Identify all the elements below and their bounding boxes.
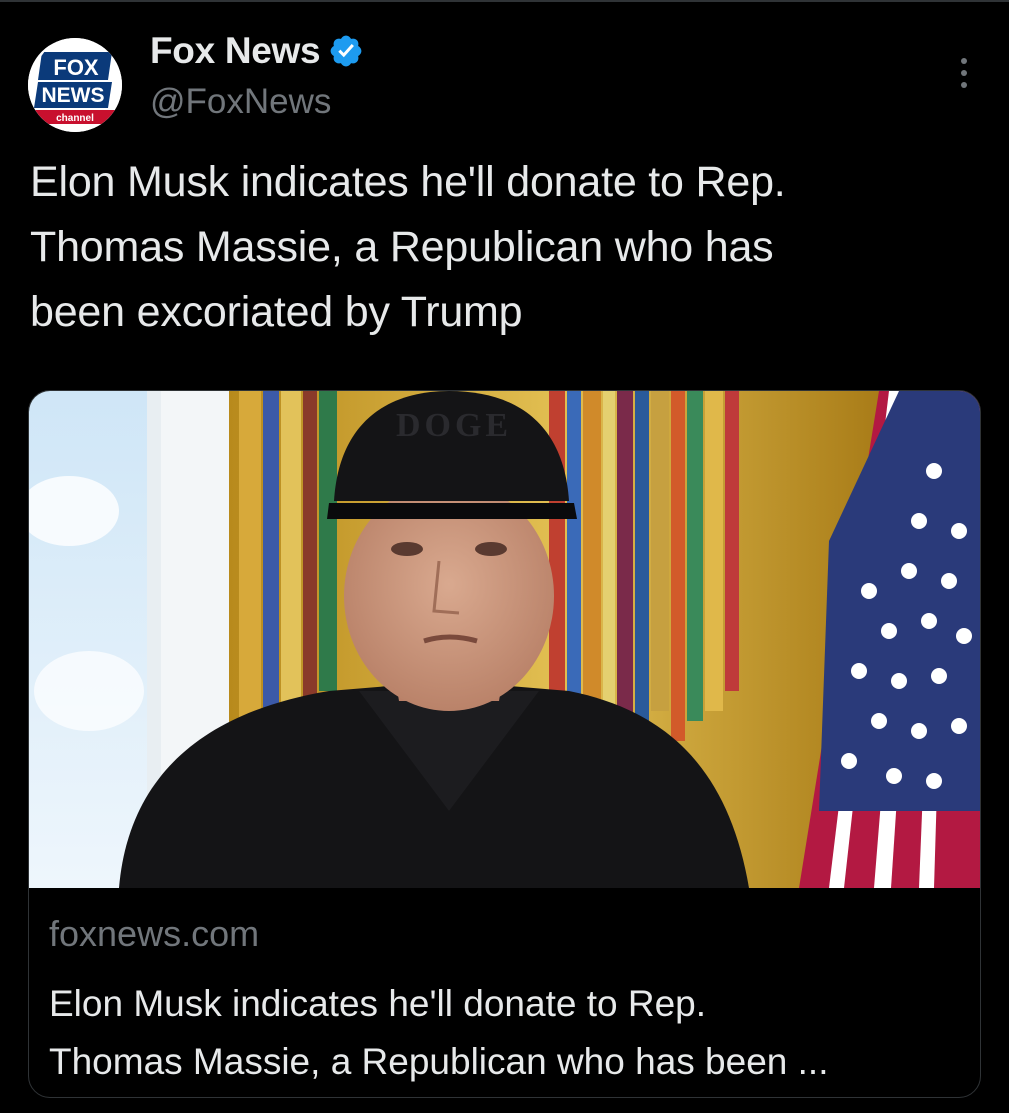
post-text-line: Elon Musk indicates he'll donate to Rep. <box>30 158 786 206</box>
verified-badge-icon[interactable] <box>328 33 364 69</box>
link-title-line: Elon Musk indicates he'll donate to Rep. <box>49 983 707 1024</box>
link-preview-card[interactable]: DOGE foxnews.com Elon Musk indicates he'… <box>28 390 981 1098</box>
top-divider <box>0 0 1009 2</box>
author-info: Fox News @FoxNews <box>150 28 364 122</box>
cap-logo-text: DOGE <box>396 407 512 444</box>
more-vertical-icon <box>961 58 967 64</box>
author-display-name[interactable]: Fox News <box>150 30 321 72</box>
author-handle[interactable]: @FoxNews <box>150 82 364 122</box>
svg-text:FOX: FOX <box>53 55 99 80</box>
link-title-line: Thomas Massie, a Republican who has been… <box>49 1041 829 1082</box>
post-text-line: been excoriated by Trump <box>30 288 523 336</box>
link-preview-image[interactable]: DOGE <box>29 391 980 888</box>
link-domain[interactable]: foxnews.com <box>49 913 964 963</box>
svg-text:channel: channel <box>56 113 94 124</box>
post-text: Elon Musk indicates he'll donate to Rep.… <box>30 150 980 345</box>
more-vertical-icon-dot <box>961 82 967 88</box>
post-text-line: Thomas Massie, a Republican who has <box>30 223 774 271</box>
author-avatar[interactable]: FOX NEWS channel <box>28 38 122 132</box>
article-photo: DOGE <box>29 391 980 888</box>
svg-text:NEWS: NEWS <box>42 84 105 107</box>
more-vertical-icon-dot <box>961 70 967 76</box>
link-card-meta: foxnews.com Elon Musk indicates he'll do… <box>49 913 964 1091</box>
more-options-button[interactable] <box>944 50 984 96</box>
fox-news-logo: FOX NEWS channel <box>28 38 122 132</box>
link-title[interactable]: Elon Musk indicates he'll donate to Rep.… <box>49 975 964 1091</box>
